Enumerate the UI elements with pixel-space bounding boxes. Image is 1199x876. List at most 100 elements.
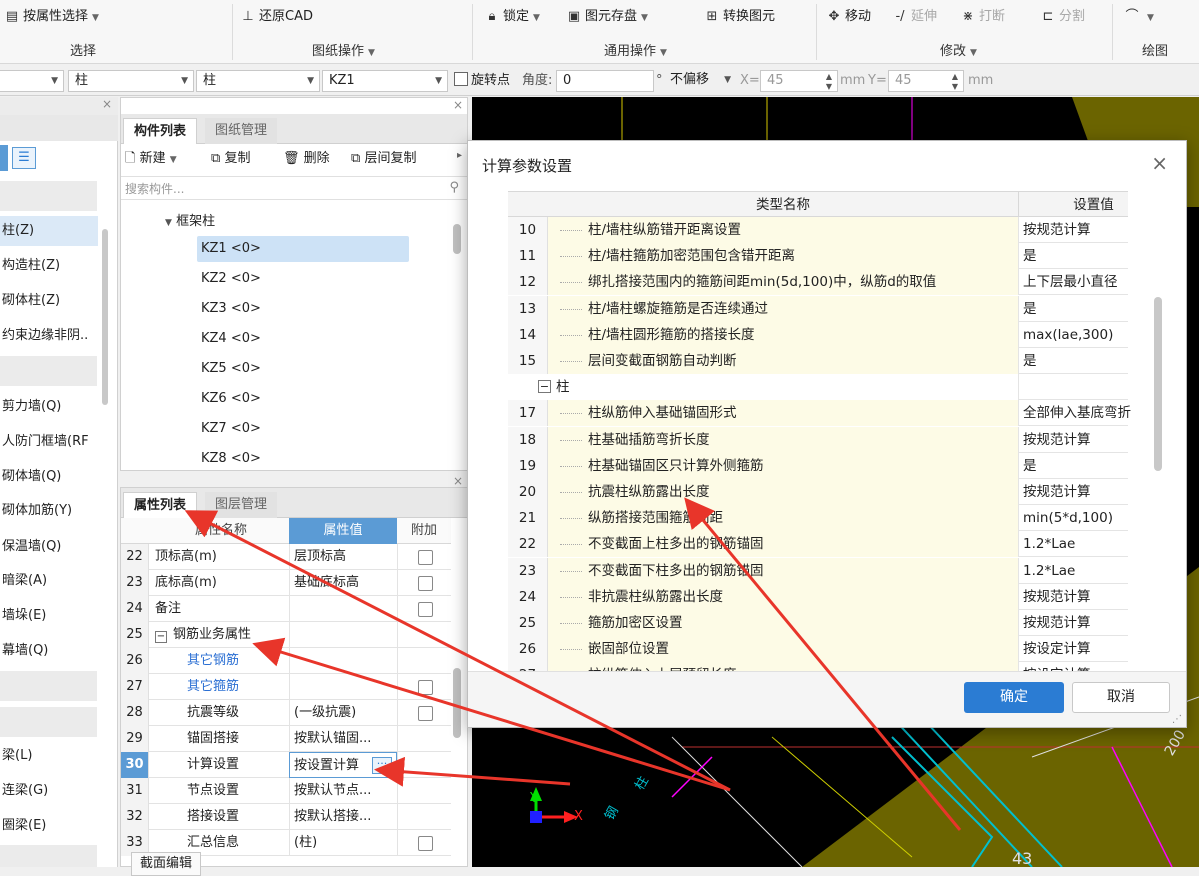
floor-copy-button[interactable]: ⧉ 层间复制 <box>351 148 416 170</box>
setting-value[interactable]: 按规范计算 <box>1018 479 1168 505</box>
property-value[interactable] <box>289 674 397 700</box>
property-value[interactable]: 按设置计算 ··· <box>289 752 397 778</box>
attach-checkbox[interactable] <box>418 706 433 721</box>
setting-row[interactable]: 21 纵筋搭接范围箍筋间距 min(5*d,100) <box>508 505 1128 532</box>
nav-item[interactable]: 圈梁(E) <box>0 811 98 841</box>
setting-value[interactable]: min(5*d,100) <box>1018 505 1168 532</box>
category-header[interactable] <box>0 707 97 737</box>
property-value[interactable]: (一级抗震) <box>289 700 397 726</box>
nav-item[interactable]: 砌体墙(Q) <box>0 462 98 492</box>
tree-item[interactable]: KZ1 <0> <box>201 237 261 261</box>
scrollbar[interactable] <box>1154 297 1162 471</box>
tree-item[interactable]: KZ5 <0> <box>201 357 261 381</box>
tree-item[interactable]: KZ4 <0> <box>201 327 261 351</box>
lock-button[interactable]: 🔒︎ 锁定 ▼ <box>484 6 540 28</box>
tree-root[interactable]: ▼ 框架柱 <box>165 210 215 229</box>
restore-cad-button[interactable]: ⊥ 还原CAD <box>240 6 313 28</box>
setting-value[interactable]: 按设定计算 <box>1018 636 1168 663</box>
tree-item[interactable]: KZ2 <0> <box>201 267 261 291</box>
move-button[interactable]: ✥ 移动 <box>826 6 871 28</box>
setting-value[interactable]: 上下层最小直径 <box>1018 269 1168 296</box>
setting-value[interactable]: 是 <box>1018 243 1168 270</box>
spinner-icon[interactable]: ▲ ▼ <box>826 72 832 91</box>
scrollbar[interactable] <box>453 224 461 254</box>
collapse-arrow-icon[interactable]: ▼ <box>165 218 172 228</box>
category-select[interactable]: 柱 ▼ <box>68 70 194 92</box>
collapse-icon[interactable]: − <box>538 380 551 394</box>
scrollbar[interactable] <box>102 229 108 405</box>
resize-grip-icon[interactable]: ⋰ <box>1172 714 1182 725</box>
property-row[interactable]: 23 底标高(m) 基础底标高 <box>121 570 451 596</box>
property-row[interactable]: 29 锚固搭接 按默认锚固... <box>121 726 451 752</box>
floor-select[interactable]: ▼ <box>0 70 64 92</box>
nav-item[interactable]: 人防门框墙(RF <box>0 427 98 457</box>
select-by-attr-button[interactable]: ▤ 按属性选择 ▼ <box>4 6 99 28</box>
setting-row[interactable]: 16−柱 <box>508 374 1128 401</box>
setting-row[interactable]: 24 非抗震柱纵筋露出长度 按规范计算 <box>508 583 1128 610</box>
offset-select[interactable]: 不偏移 ▼ <box>664 70 736 92</box>
search-input[interactable]: 搜索构件... ⚲ <box>121 176 467 200</box>
setting-value[interactable]: 按设定计算 <box>1018 662 1168 671</box>
nav-item[interactable]: 保温墙(Q) <box>0 532 98 562</box>
break-button[interactable]: ⋇ 打断 <box>960 6 1005 28</box>
x-offset-input[interactable]: 45 ▲ ▼ <box>760 70 838 92</box>
setting-row[interactable]: 17 柱纵筋伸入基础锚固形式 全部伸入基底弯折 <box>508 400 1131 427</box>
nav-item[interactable]: 幕墙(Q) <box>0 636 98 666</box>
search-icon[interactable]: ⚲ <box>449 180 459 195</box>
delete-button[interactable]: 🗑︎ 删除 <box>283 148 330 170</box>
tab-drawing-manage[interactable]: 图纸管理 <box>205 118 278 144</box>
property-row[interactable]: 31 节点设置 按默认节点... <box>121 778 451 804</box>
property-row[interactable]: 22 顶标高(m) 层顶标高 <box>121 544 451 570</box>
nav-item[interactable]: 墙垛(E) <box>0 601 98 631</box>
tree-item[interactable]: KZ8 <0> <box>201 447 261 471</box>
setting-row[interactable]: 25 箍筋加密区设置 按规范计算 <box>508 610 1128 636</box>
category-header[interactable] <box>0 356 97 386</box>
nav-item[interactable]: 剪力墙(Q) <box>0 392 98 422</box>
setting-value[interactable]: 全部伸入基底弯折 <box>1018 400 1168 427</box>
close-icon[interactable]: × <box>453 98 463 112</box>
setting-row[interactable]: 26 嵌固部位设置 按设定计算 <box>508 636 1128 663</box>
attach-checkbox[interactable] <box>418 680 433 695</box>
tab-layer-manage[interactable]: 图层管理 <box>205 492 278 518</box>
setting-value[interactable] <box>1018 374 1168 401</box>
property-value[interactable] <box>289 596 397 622</box>
setting-value[interactable]: 1.2*Lae <box>1018 557 1168 584</box>
split-button[interactable]: ⊏ 分割 <box>1040 6 1085 28</box>
category-header[interactable] <box>0 845 97 867</box>
setting-row[interactable]: 12 绑扎搭接范围内的箍筋间距min(5d,100)中，纵筋d的取值 上下层最小直径 <box>508 269 1128 296</box>
angle-input[interactable]: 0 <box>556 70 654 92</box>
component-select[interactable]: KZ1 ▼ <box>322 70 448 92</box>
ok-button[interactable]: 确定 <box>964 682 1064 713</box>
property-value[interactable]: 按默认搭接... <box>289 804 397 830</box>
nav-item[interactable]: 梁(L) <box>0 741 98 771</box>
setting-row[interactable]: 18 柱基础插筋弯折长度 按规范计算 <box>508 426 1128 453</box>
property-value[interactable] <box>289 622 397 648</box>
close-icon[interactable]: × <box>453 474 463 488</box>
property-value[interactable]: 基础底标高 <box>289 570 397 596</box>
tab-property-list[interactable]: 属性列表 <box>123 492 198 518</box>
property-row[interactable]: 25 − 钢筋业务属性 <box>121 622 451 648</box>
setting-value[interactable]: 是 <box>1018 348 1168 374</box>
property-row[interactable]: 32 搭接设置 按默认搭接... <box>121 804 451 830</box>
setting-row[interactable]: 15 层间变截面钢筋自动判断是 <box>508 348 1128 374</box>
tree-item[interactable]: KZ6 <0> <box>201 387 261 411</box>
convert-element-button[interactable]: ⊞ 转换图元 <box>704 6 775 28</box>
setting-value[interactable]: 1.2*Lae <box>1018 531 1168 558</box>
section-edit-button[interactable]: 截面编辑 <box>131 852 202 876</box>
setting-row[interactable]: 27柱纵筋伸入上层预留长度按设定计算 <box>508 662 1128 671</box>
setting-value[interactable]: 是 <box>1018 452 1168 479</box>
save-element-button[interactable]: ▣ 图元存盘 ▼ <box>566 6 648 28</box>
nav-item[interactable]: 暗梁(A) <box>0 566 98 596</box>
property-value[interactable] <box>289 648 397 674</box>
attach-checkbox[interactable] <box>418 836 433 851</box>
close-icon[interactable]: × <box>102 97 112 111</box>
cancel-button[interactable]: 取消 <box>1072 682 1170 713</box>
property-row[interactable]: 30 计算设置 按设置计算 ··· <box>121 752 451 778</box>
new-button[interactable]: 🗋︎ 新建 ▼ <box>125 148 177 170</box>
nav-item[interactable]: 连梁(G) <box>0 776 98 806</box>
property-value[interactable]: 层顶标高 <box>289 544 397 570</box>
setting-row[interactable]: 13 柱/墙柱螺旋箍筋是否连续通过是 <box>508 295 1128 322</box>
setting-value[interactable]: 按规范计算 <box>1018 217 1168 243</box>
spinner-icon[interactable]: ▲ ▼ <box>952 72 958 91</box>
setting-row[interactable]: 10 柱/墙柱纵筋错开距离设置 按规范计算 <box>508 217 1128 243</box>
